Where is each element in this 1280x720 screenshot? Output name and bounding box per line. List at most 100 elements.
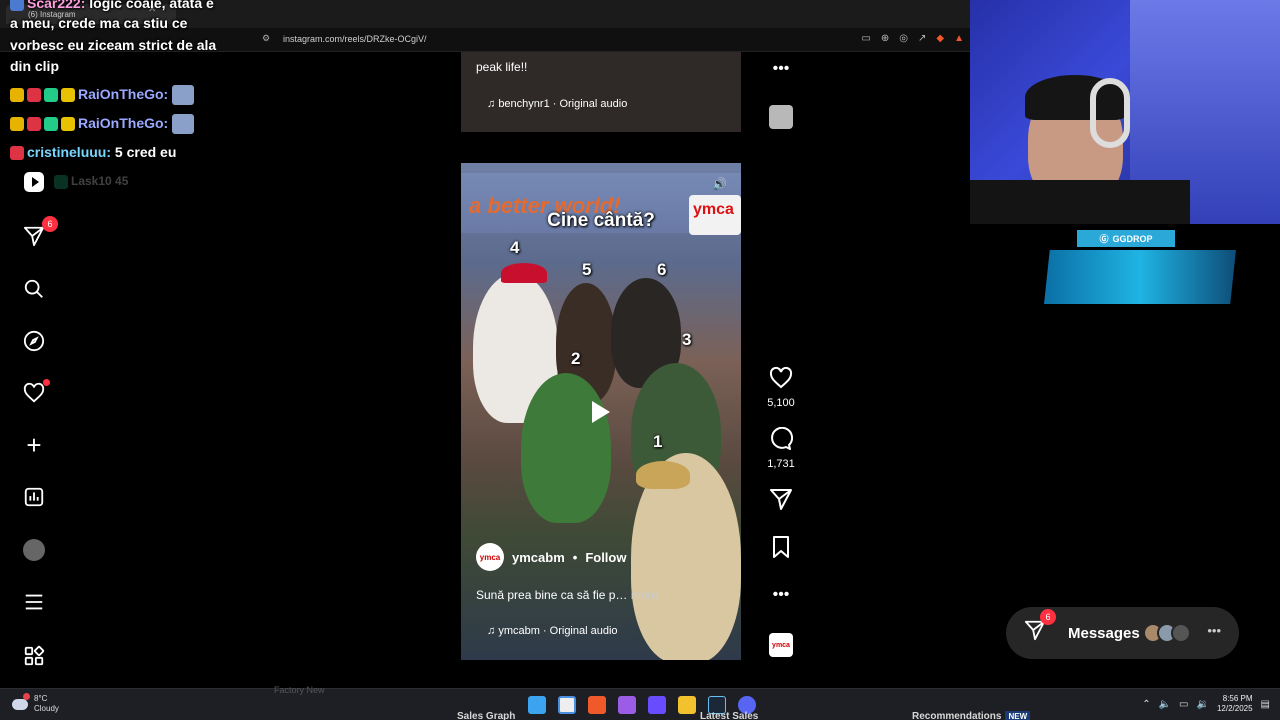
zoom-icon[interactable]: ⊕: [881, 33, 889, 44]
audio-label: ymcabm · Original audio: [498, 625, 618, 637]
chat-message: 5 cred eu: [114, 144, 177, 160]
chat-line: a meu, crede ma ca stiu ce: [10, 14, 187, 32]
copilot-icon[interactable]: [618, 696, 636, 714]
system-clock[interactable]: 8:56 PM 12/2/2025: [1217, 694, 1253, 714]
paper-plane-icon: [770, 489, 792, 510]
chat-badge-icon: [54, 174, 68, 189]
chat-username: Lask10: [71, 174, 112, 188]
webcam-feed: [970, 0, 1280, 224]
ggdrop-banner: [1044, 250, 1236, 304]
number-label: 3: [682, 330, 692, 349]
search-icon[interactable]: [22, 277, 46, 301]
cast-icon[interactable]: ▭: [861, 33, 870, 44]
chat-message: logic coaie, atata e: [89, 0, 214, 11]
google-lens-icon[interactable]: ◎: [899, 33, 908, 44]
file-explorer-icon[interactable]: [678, 696, 696, 714]
streamer-shirt: [970, 180, 1190, 224]
share-button[interactable]: [764, 487, 798, 516]
background-text-label: Recommendations: [912, 711, 1002, 720]
speaker-icon[interactable]: 🔈: [1159, 699, 1171, 710]
avatar-icon[interactable]: [22, 538, 46, 562]
reel-audio-avatar[interactable]: ymca: [769, 633, 793, 657]
previous-reel[interactable]: peak life!! ♫ benchynr1 · Original audio: [461, 52, 741, 132]
windows-start-icon[interactable]: [528, 696, 546, 714]
chat-username: RaiOnTheGo:: [78, 86, 169, 102]
speaker-icon[interactable]: 🔊: [712, 177, 727, 191]
paper-plane-icon: 6: [1024, 609, 1056, 647]
windows-taskbar: Factory New 8°C Cloudy Sales Graph Lates…: [0, 685, 1280, 720]
number-label: 1: [653, 432, 663, 451]
more-options-icon[interactable]: •••: [764, 58, 798, 80]
more-options-icon[interactable]: •••: [1207, 623, 1221, 638]
task-view-icon[interactable]: [558, 696, 576, 714]
gift-badge-icon: [44, 117, 58, 132]
chat-line: din clip: [10, 57, 59, 75]
chat-message: vorbesc eu ziceam strict de ala: [10, 37, 217, 53]
messages-badge: 6: [1040, 609, 1056, 625]
messages-button[interactable]: 6 Messages •••: [1006, 607, 1239, 659]
chat-username: Scar222:: [27, 0, 86, 11]
heart-icon[interactable]: [22, 379, 50, 405]
follow-button[interactable]: Follow: [585, 550, 626, 565]
number-label: 2: [571, 349, 581, 368]
ggdrop-tag: Ⓖ GGDROP: [1077, 230, 1175, 247]
url-text[interactable]: instagram.com/reels/DRZke-OCgiV/: [283, 34, 427, 44]
chart-icon[interactable]: [22, 485, 46, 509]
save-button[interactable]: [764, 535, 798, 564]
bits-badge-icon: [61, 117, 75, 132]
comment-button[interactable]: 1,731: [764, 426, 798, 470]
crown-badge-icon: [10, 88, 24, 103]
menu-icon[interactable]: [22, 590, 46, 614]
previous-reel-caption: peak life!!: [476, 60, 528, 74]
background-text: Factory New: [274, 685, 325, 695]
weather-widget[interactable]: 8°C Cloudy: [12, 692, 59, 714]
microsoft-365-icon[interactable]: [648, 696, 666, 714]
chat-line: vorbesc eu ziceam strict de ala: [10, 36, 216, 54]
monitor-icon[interactable]: ▭: [1179, 699, 1188, 710]
notification-dot: [43, 379, 50, 386]
clock-date: 12/2/2025: [1216, 704, 1253, 713]
weather-condition: Cloudy: [34, 704, 59, 713]
paper-plane-icon[interactable]: 6: [22, 216, 58, 248]
reel-audio[interactable]: ♫ ymcabm · Original audio: [487, 625, 618, 637]
reel-video[interactable]: a better world! ymca 🔊 Cine cântă? 4 5 6…: [461, 163, 741, 660]
brave-shield-icon[interactable]: ◆: [936, 33, 944, 44]
previous-reel-audio[interactable]: ♫ benchynr1 · Original audio: [487, 98, 627, 110]
author-avatar[interactable]: ymca: [476, 543, 504, 571]
background-text: Sales Graph: [457, 711, 516, 720]
previous-audio-avatar[interactable]: [769, 105, 793, 129]
overlay-title: Cine cântă?: [547, 210, 655, 231]
like-button[interactable]: 5,100: [764, 366, 798, 409]
messages-label: Messages: [1068, 624, 1140, 642]
temperature: 8°C: [34, 694, 48, 703]
brave-rewards-icon[interactable]: ▲: [954, 33, 964, 44]
chat-username: cristineluuu:: [27, 144, 112, 160]
gift-badge-icon: [44, 88, 58, 103]
site-info-icon[interactable]: ⚙: [262, 33, 270, 44]
reels-icon[interactable]: [24, 172, 44, 192]
chat-message: a meu, crede ma ca stiu ce: [10, 15, 188, 31]
person-hair: [636, 461, 690, 489]
chevron-up-icon[interactable]: ⌃: [1142, 699, 1150, 710]
bookmark-icon: [773, 536, 789, 558]
chat-line: Scar222: logic coaie, atata e: [10, 0, 214, 12]
reel-audio-avatar-text: ymca: [772, 641, 790, 649]
grid-icon[interactable]: [22, 644, 46, 668]
compass-icon[interactable]: [22, 329, 46, 353]
heart-icon: [769, 366, 793, 389]
messages-badge: 6: [42, 216, 58, 232]
more-options-icon[interactable]: •••: [764, 584, 798, 606]
caption-text: Sună prea bine ca să fie p…: [476, 588, 628, 602]
like-count: 5,100: [767, 397, 795, 409]
notification-center-icon[interactable]: ▤: [1261, 699, 1270, 710]
more-link[interactable]: more: [631, 588, 658, 602]
clock-time: 8:56 PM: [1222, 694, 1253, 703]
brave-browser-icon[interactable]: [588, 696, 606, 714]
comment-icon: [771, 426, 794, 450]
plus-icon[interactable]: +: [22, 430, 46, 460]
volume-icon[interactable]: 🔉: [1197, 699, 1209, 710]
share-icon[interactable]: ↗: [918, 33, 926, 44]
author-username[interactable]: ymcabm: [512, 550, 565, 565]
play-icon[interactable]: [592, 401, 610, 423]
system-tray: ⌃ 🔈 ▭ 🔉 8:56 PM 12/2/2025 ▤: [1142, 694, 1270, 714]
